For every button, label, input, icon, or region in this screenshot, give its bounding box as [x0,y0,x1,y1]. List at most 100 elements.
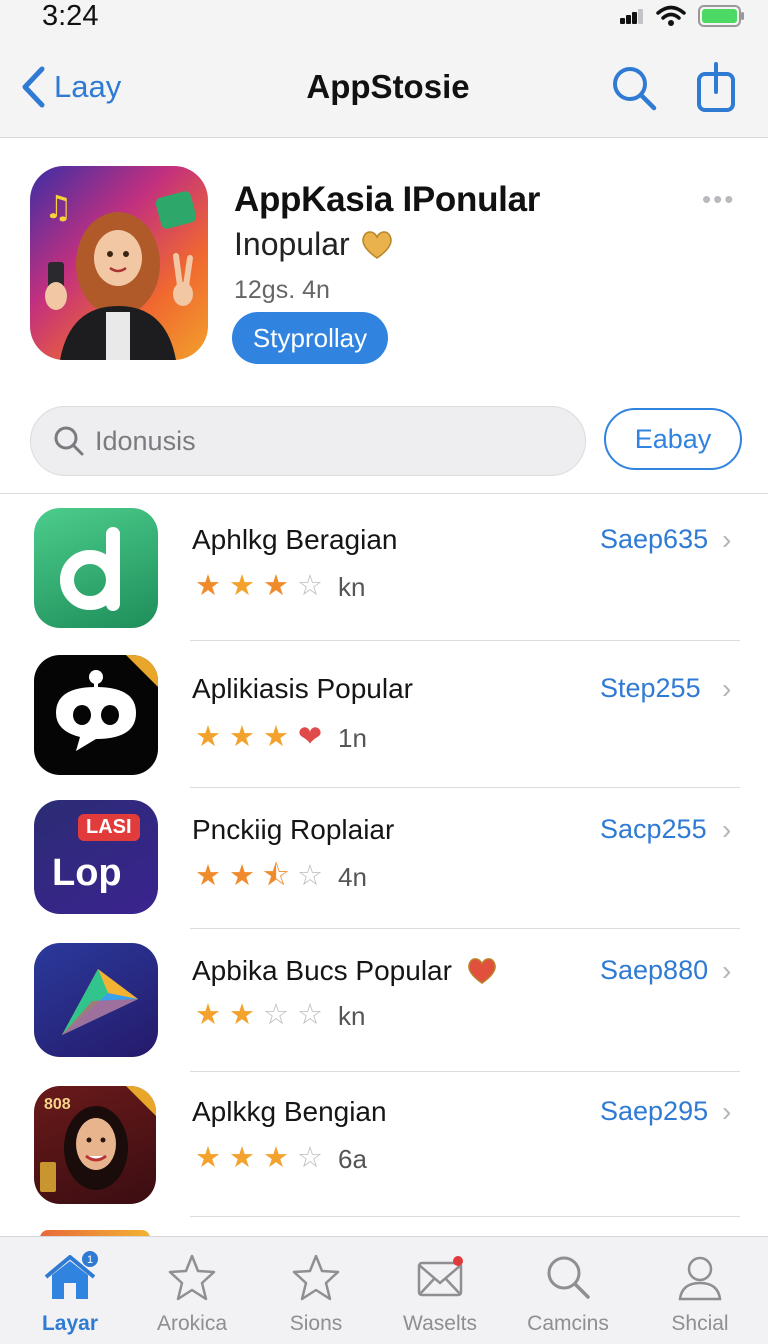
list-item[interactable]: 808 Aplkkg Bengian ★ ★ ★ ☆ 6a Saep295 › [0,1072,768,1217]
search-action-button[interactable]: Eabay [604,408,742,470]
divider [190,1216,740,1217]
rating-stars: ★ ★ ☆ ☆ kn [192,1001,365,1030]
battery-icon [698,5,744,27]
rating-stars: ★ ★ ★ ☆ 6a [192,1144,367,1173]
app-name-row: Apbika Bucs Popular [192,955,498,987]
star-empty-icon: ☆ [297,860,323,892]
list-item[interactable]: LASI Lop Pnckiig Roplaiar ★ ★ ⯪ ☆ 4n Sac… [0,788,768,929]
star-icon: ★ [229,860,255,892]
tab-arokica[interactable]: Arokica [132,1251,252,1336]
search-icon [547,1256,590,1299]
tab-waselts[interactable]: Waselts [380,1251,500,1336]
star-half-icon: ⯪ [262,860,290,892]
get-button[interactable]: Styprollay [232,312,388,364]
person-icon [678,1256,722,1301]
tab-layar[interactable]: 1 Layar [10,1251,130,1336]
tab-badge: 1 [87,1254,93,1266]
status-time: 3:24 [42,0,99,32]
chevron-right-icon: › [722,524,732,555]
search-icon [54,426,84,456]
rating-count: 1n [338,722,367,753]
tab-label: Sions [289,1312,343,1335]
tab-sions[interactable]: Sions [256,1251,376,1336]
heart-icon [468,958,496,985]
star-icon: ★ [195,999,221,1031]
star-empty-icon: ☆ [297,570,323,602]
search-button[interactable] [610,64,658,117]
rating-stars: ★ ★ ★ ❤ 1n [192,723,367,752]
mail-icon [417,1256,463,1297]
wifi-icon [656,5,686,26]
icon-badge-text: 808 [44,1096,71,1113]
featured-app-icon[interactable]: ♫ [30,166,208,360]
featured-subtitle-text: Inopular [234,226,350,262]
app-name: Aplkkg Bengian [192,1096,387,1127]
app-icon-play [34,943,158,1057]
tab-label: Shcial [671,1312,729,1335]
search-input[interactable]: Idonusis [30,406,586,476]
chevron-right-icon: › [722,814,732,845]
status-icons [620,4,746,28]
star-icon: ★ [229,999,255,1031]
star-empty-icon: ☆ [297,1142,323,1174]
chevron-right-icon: › [722,1096,732,1127]
star-icon: ★ [195,1142,221,1174]
app-price: Saep880 [600,955,709,985]
star-icon: ★ [263,570,289,602]
star-icon [168,1254,216,1301]
rating-stars: ★ ★ ⯪ ☆ 4n [192,862,367,891]
list-item[interactable]: Apbika Bucs Popular ★ ★ ☆ ☆ kn Saep880 › [0,929,768,1072]
share-button[interactable] [694,62,738,119]
featured-app-meta: 12gs. 4n [234,276,330,304]
app-name: Aphlkg Beragian [192,524,398,555]
featured-app-subtitle: Inopular [234,226,394,263]
star-icon [292,1254,340,1301]
status-bar: 3:24 [0,0,768,44]
featured-app-title: AppKasia IPonular [234,180,541,219]
star-icon: ★ [229,1142,255,1174]
search-row: Idonusis Eabay [0,398,768,494]
more-options-button[interactable]: ••• [702,184,735,215]
share-icon [697,62,735,112]
star-empty-icon: ☆ [297,999,323,1031]
star-empty-icon: ☆ [263,999,289,1031]
app-price: Saep635 [600,524,709,554]
tab-label: Camcins [527,1312,609,1335]
rating-stars: ★ ★ ★ ☆ kn [192,572,365,601]
navigation-bar: Laay AppStosie [0,44,768,138]
rating-count: 6a [338,1143,367,1174]
star-icon: ★ [229,570,255,602]
featured-app: ♫ AppKasia IPonular Inopular 12gs. 4n St… [0,138,768,398]
rating-count: kn [338,571,366,602]
icon-badge-text: LASI [78,814,140,841]
app-price: Sacp255 [600,814,707,844]
star-icon: ★ [263,1142,289,1174]
heart-icon: ❤ [297,721,323,753]
app-name: Pnckiig Roplaiar [192,814,395,845]
tab-shcial[interactable]: Shcial [640,1251,760,1336]
app-name: Aplikiasis Popular [192,673,413,704]
heart-icon [361,230,392,259]
list-item[interactable]: Aplikiasis Popular ★ ★ ★ ❤ 1n Step255 › [0,641,768,788]
tab-bar: 1 Layar Arokica Sions Waselts Camcins Sh… [0,1236,768,1344]
svg-text:♫: ♫ [44,188,73,226]
app-price: Saep295 [600,1096,709,1126]
tab-label: Waselts [403,1312,477,1335]
home-icon: 1 [44,1251,98,1299]
list-item[interactable]: Aphlkg Beragian ★ ★ ★ ☆ kn Saep635 › [0,494,768,641]
app-icon-d [34,508,158,628]
app-name: Apbika Bucs Popular [192,955,452,986]
signal-icon [620,9,643,24]
tab-camcins[interactable]: Camcins [508,1251,628,1336]
rating-count: 4n [338,861,367,892]
rating-count: kn [338,1000,366,1031]
app-icon-lop: LASI Lop [34,800,158,914]
tab-label: Arokica [156,1312,228,1335]
search-placeholder: Idonusis [95,425,196,456]
app-icon-chat [34,655,158,775]
chevron-right-icon: › [722,955,732,986]
star-icon: ★ [195,721,221,753]
chevron-right-icon: › [722,673,732,704]
app-icon-portrait: 808 [34,1086,156,1204]
icon-wordmark: Lop [52,852,122,894]
